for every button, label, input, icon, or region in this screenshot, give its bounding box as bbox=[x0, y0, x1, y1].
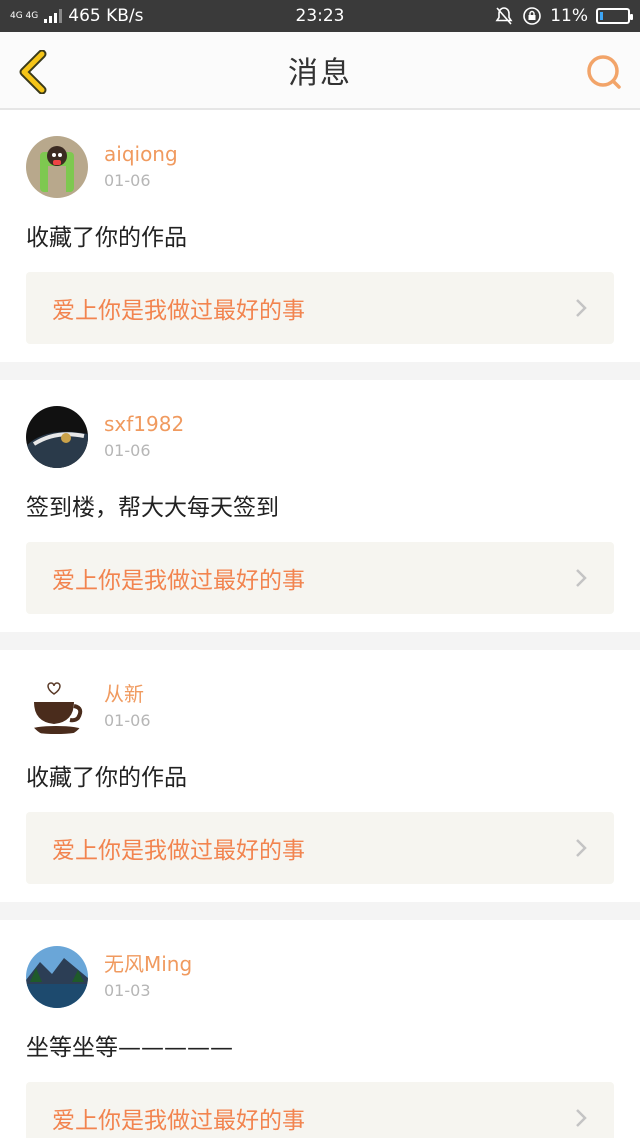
message-text: 收藏了你的作品 bbox=[26, 225, 187, 251]
work-link[interactable]: 爱上你是我做过最好的事 bbox=[26, 272, 614, 344]
chevron-right-icon bbox=[576, 1109, 587, 1127]
user-meta: 无风Ming 01-03 bbox=[104, 951, 192, 1003]
message-date: 01-06 bbox=[104, 711, 151, 730]
chevron-right-icon bbox=[576, 569, 587, 587]
back-button[interactable] bbox=[16, 49, 52, 95]
page-title: 消息 bbox=[288, 56, 352, 91]
status-bar: 4G 4G 465 KB/s 23:23 11% bbox=[0, 0, 640, 32]
chevron-right-icon bbox=[576, 839, 587, 857]
signal-icon bbox=[44, 9, 63, 23]
battery-fill bbox=[600, 12, 603, 20]
message-text: 坐等坐等————— bbox=[26, 1035, 233, 1061]
user-meta: sxf1982 01-06 bbox=[104, 411, 184, 463]
user-row: 从新 01-06 bbox=[26, 676, 614, 738]
chevron-left-icon bbox=[19, 49, 47, 95]
user-row: 无风Ming 01-03 bbox=[26, 946, 614, 1008]
message-text: 收藏了你的作品 bbox=[26, 765, 187, 791]
message-card: 无风Ming 01-03 坐等坐等————— 爱上你是我做过最好的事 bbox=[0, 920, 640, 1138]
work-link[interactable]: 爱上你是我做过最好的事 bbox=[26, 542, 614, 614]
status-left: 4G 4G 465 KB/s bbox=[10, 6, 144, 26]
work-title: 爱上你是我做过最好的事 bbox=[52, 1108, 305, 1134]
message-card: sxf1982 01-06 签到楼，帮大大每天签到 爱上你是我做过最好的事 bbox=[0, 380, 640, 632]
search-icon bbox=[587, 55, 621, 89]
chevron-right-icon bbox=[576, 299, 587, 317]
message-date: 01-06 bbox=[104, 171, 151, 190]
network-speed: 465 KB/s bbox=[68, 6, 144, 26]
username[interactable]: sxf1982 bbox=[104, 411, 184, 437]
status-right: 11% bbox=[494, 6, 633, 26]
work-title: 爱上你是我做过最好的事 bbox=[52, 568, 305, 594]
card-divider bbox=[0, 362, 640, 380]
message-date: 01-06 bbox=[104, 441, 151, 460]
search-button[interactable] bbox=[584, 52, 624, 92]
user-meta: 从新 01-06 bbox=[104, 681, 151, 733]
avatar[interactable] bbox=[26, 676, 88, 738]
message-list: aiqiong 01-06 收藏了你的作品 爱上你是我做过最好的事 sxf198… bbox=[0, 110, 640, 1138]
card-divider bbox=[0, 902, 640, 920]
battery-percent: 11% bbox=[550, 6, 588, 26]
rotation-lock-icon bbox=[523, 7, 542, 25]
message-card: 从新 01-06 收藏了你的作品 爱上你是我做过最好的事 bbox=[0, 650, 640, 902]
user-meta: aiqiong 01-06 bbox=[104, 141, 178, 193]
work-title: 爱上你是我做过最好的事 bbox=[52, 838, 305, 864]
mute-bell-icon bbox=[495, 7, 513, 25]
avatar[interactable] bbox=[26, 946, 88, 1008]
avatar[interactable] bbox=[26, 136, 88, 198]
user-row: aiqiong 01-06 bbox=[26, 136, 614, 198]
username[interactable]: 无风Ming bbox=[104, 951, 192, 977]
avatar[interactable] bbox=[26, 406, 88, 468]
work-title: 爱上你是我做过最好的事 bbox=[52, 298, 305, 324]
work-link[interactable]: 爱上你是我做过最好的事 bbox=[26, 1082, 614, 1138]
card-divider bbox=[0, 632, 640, 650]
username[interactable]: aiqiong bbox=[104, 141, 178, 167]
message-card: aiqiong 01-06 收藏了你的作品 爱上你是我做过最好的事 bbox=[0, 110, 640, 362]
user-row: sxf1982 01-06 bbox=[26, 406, 614, 468]
battery-icon bbox=[596, 8, 633, 24]
message-text: 签到楼，帮大大每天签到 bbox=[26, 495, 279, 521]
username[interactable]: 从新 bbox=[104, 681, 151, 707]
message-date: 01-03 bbox=[104, 981, 151, 1000]
network-type: 4G 4G bbox=[10, 10, 39, 21]
work-link[interactable]: 爱上你是我做过最好的事 bbox=[26, 812, 614, 884]
header: 消息 bbox=[0, 32, 640, 110]
